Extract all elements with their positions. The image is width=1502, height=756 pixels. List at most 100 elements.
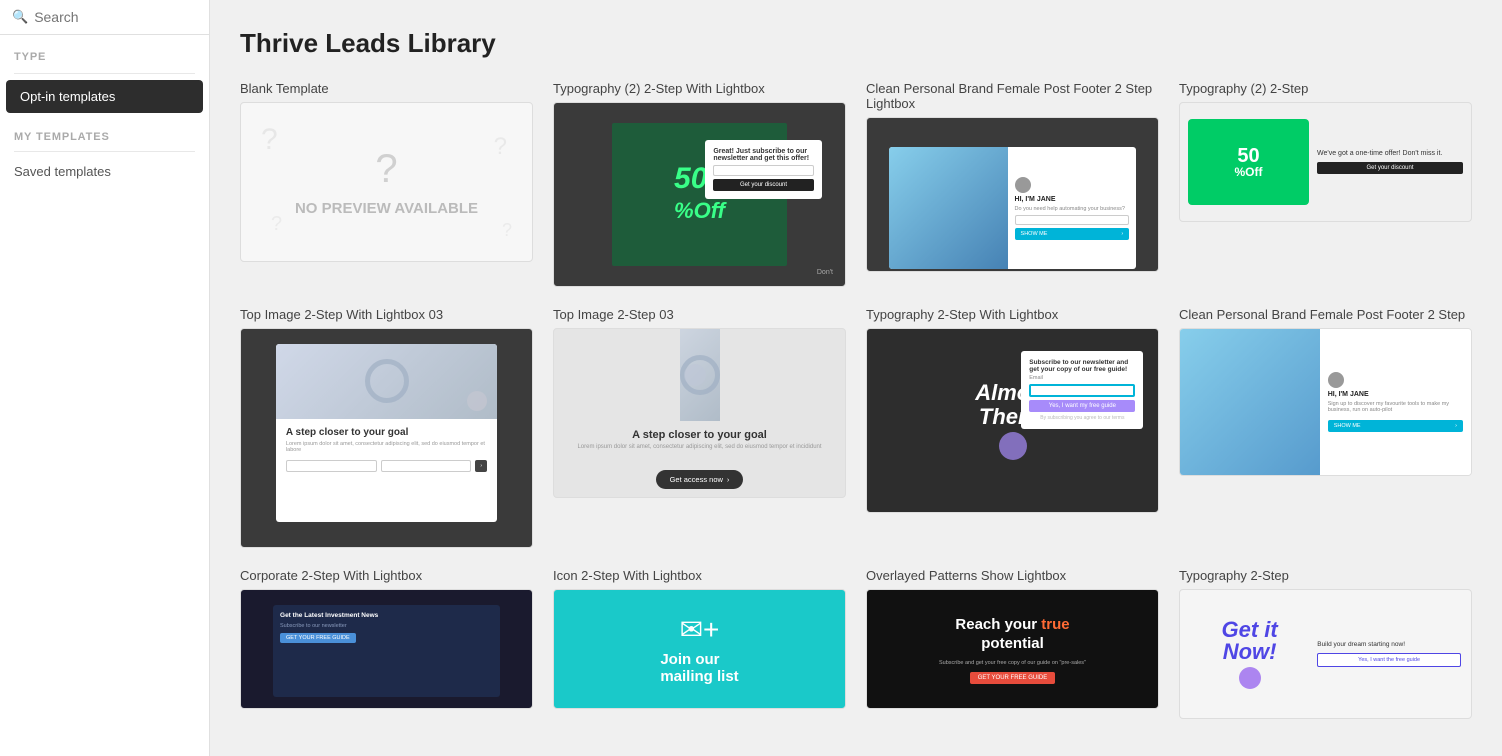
clean-brand-show-btn: SHOW ME ›	[1015, 228, 1130, 240]
template-label-typo2-lightbox: Typography (2) 2-Step With Lightbox	[553, 81, 846, 96]
top-img-03-sub: Lorem ipsum dolor sit amet, consectetur …	[577, 444, 821, 450]
template-label-icon-lightbox: Icon 2-Step With Lightbox	[553, 568, 846, 583]
clean-brand2-content: HI, I'M JANE Sign up to discover my favo…	[1320, 329, 1471, 475]
top-image-dot	[467, 391, 487, 411]
template-preview-top-image-lightbox: A step closer to your goal Lorem ipsum d…	[240, 328, 533, 548]
clean-brand2-sub: Sign up to discover my favourite tools t…	[1328, 401, 1463, 413]
template-card-blank[interactable]: Blank Template ? NO PREVIEW AVAILABLE ? …	[240, 81, 533, 287]
template-card-corp[interactable]: Corporate 2-Step With Lightbox Get the L…	[240, 568, 533, 719]
typo2-step-right-content: Build your dream starting now! Yes, I wa…	[1309, 641, 1461, 667]
template-preview-typo2-lightbox: 50%Off Great! Just subscribe to our news…	[553, 102, 846, 287]
corp-inner: Get the Latest Investment News Subscribe…	[273, 605, 500, 697]
main-content: Thrive Leads Library Blank Template ? NO…	[210, 0, 1502, 756]
clean-brand-inner: HI, I'M JANE Do you need help automating…	[889, 147, 1136, 269]
template-preview-top-image-03: A step closer to your goal Lorem ipsum d…	[553, 328, 846, 498]
template-card-clean-brand2[interactable]: Clean Personal Brand Female Post Footer …	[1179, 307, 1472, 548]
top-img-03-dot	[684, 364, 706, 386]
top-image-photo	[276, 344, 497, 419]
template-label-corp: Corporate 2-Step With Lightbox	[240, 568, 533, 583]
template-label-blank: Blank Template	[240, 81, 533, 96]
template-label-top-image-03: Top Image 2-Step 03	[553, 307, 846, 322]
sidebar-divider-2	[14, 151, 195, 152]
typo2-small-pct: %Off	[1235, 166, 1263, 178]
typo2-step-copy: Build your dream starting now!	[1317, 641, 1461, 648]
template-label-clean-brand: Clean Personal Brand Female Post Footer …	[866, 81, 1159, 111]
typo2-dark-form-sub: Email	[1029, 375, 1135, 381]
top-image-submit-btn: ›	[475, 460, 487, 472]
sidebar-item-saved-templates[interactable]: Saved templates	[0, 156, 209, 187]
typo2-small-btn: Get your discount	[1317, 162, 1463, 174]
blank-question-mark-2: ?	[261, 123, 278, 157]
icon-title: Join ourmailing list	[660, 651, 738, 685]
top-img-03-photo	[680, 329, 720, 421]
top-img-03-body: A step closer to your goal Lorem ipsum d…	[569, 421, 829, 497]
typo2-small-green-box: 50 %Off	[1188, 119, 1309, 206]
corp-btn: GET YOUR FREE GUIDE	[280, 633, 356, 643]
template-label-overlay-patterns: Overlayed Patterns Show Lightbox	[866, 568, 1159, 583]
clean-brand2-bg	[1180, 329, 1331, 475]
clean-brand2-show-btn: SHOW ME ›	[1328, 420, 1463, 432]
typo2-step-script-wrap: Get itNow!	[1190, 605, 1309, 702]
top-image-body: A step closer to your goal Lorem ipsum d…	[276, 419, 497, 523]
search-bar[interactable]: 🔍 ×	[0, 0, 209, 35]
overlay-get-btn: GET YOUR FREE GUIDE	[970, 672, 1055, 684]
typo-form-title: Great! Just subscribe to our newsletter …	[713, 148, 813, 162]
no-preview-text: NO PREVIEW AVAILABLE	[295, 200, 478, 217]
corp-body: Subscribe to our newsletter	[280, 623, 493, 629]
clean-brand2-avatar	[1328, 372, 1344, 388]
template-preview-overlay-patterns: Reach your truepotential Subscribe and g…	[866, 589, 1159, 709]
template-preview-clean-brand2: HI, I'M JANE Sign up to discover my favo…	[1179, 328, 1472, 476]
typo2-dark-circle	[999, 432, 1027, 460]
template-card-icon-lightbox[interactable]: Icon 2-Step With Lightbox ✉+ Join ourmai…	[553, 568, 846, 719]
top-image-lightbox-inner: A step closer to your goal Lorem ipsum d…	[276, 344, 497, 523]
template-card-typo2-lightbox[interactable]: Typography (2) 2-Step With Lightbox 50%O…	[553, 81, 846, 287]
clean-brand-photo	[889, 147, 1008, 269]
typo2-step-get-it: Get itNow!	[1222, 619, 1278, 663]
corp-title: Get the Latest Investment News	[280, 612, 493, 619]
blank-question-mark-4: ?	[271, 213, 282, 236]
clean-brand-hi: HI, I'M JANE	[1015, 196, 1130, 203]
clean-brand-input	[1015, 215, 1130, 225]
search-input[interactable]	[34, 9, 215, 25]
sidebar-divider	[14, 73, 195, 74]
template-preview-corp: Get the Latest Investment News Subscribe…	[240, 589, 533, 709]
typo2-dark-disclaimer: By subscribing you agree to our terms	[1029, 415, 1135, 421]
template-preview-typo2-dark: AlmostThere! Subscribe to our newsletter…	[866, 328, 1159, 513]
clean-brand2-hi: HI, I'M JANE	[1328, 391, 1463, 398]
type-section-label: TYPE	[0, 35, 209, 69]
top-img-03-title: A step closer to your goal	[577, 429, 821, 441]
sidebar: 🔍 × TYPE Opt-in templates MY TEMPLATES S…	[0, 0, 210, 756]
template-label-clean-brand2: Clean Personal Brand Female Post Footer …	[1179, 307, 1472, 322]
overlay-sub-text: Subscribe and get your free copy of our …	[939, 660, 1086, 666]
template-card-typo2-dark[interactable]: Typography 2-Step With Lightbox AlmostTh…	[866, 307, 1159, 548]
typo2-dark-form-title: Subscribe to our newsletter and get your…	[1029, 359, 1135, 373]
template-card-clean-brand[interactable]: Clean Personal Brand Female Post Footer …	[866, 81, 1159, 287]
typo-dont: Don't	[817, 269, 833, 276]
template-preview-typo2-step-right: Get itNow! Build your dream starting now…	[1179, 589, 1472, 719]
typo2-small-fifty: 50	[1237, 146, 1259, 166]
template-card-top-image-03[interactable]: Top Image 2-Step 03 A step closer to you…	[553, 307, 846, 548]
sidebar-item-optin[interactable]: Opt-in templates	[6, 80, 203, 113]
typo-form-overlay: Great! Just subscribe to our newsletter …	[705, 140, 821, 199]
template-card-overlay-patterns[interactable]: Overlayed Patterns Show Lightbox Reach y…	[866, 568, 1159, 719]
typo-get-discount-btn: Get your discount	[713, 179, 813, 191]
typo2-dark-form: Subscribe to our newsletter and get your…	[1021, 351, 1143, 429]
top-image-email-field	[381, 460, 472, 472]
typo2-step-dot	[1239, 667, 1261, 689]
blank-question-mark-3: ?	[494, 133, 507, 161]
typo2-small-right: We've got a one-time offer! Don't miss i…	[1309, 150, 1463, 174]
clean-brand-avatar	[1015, 177, 1031, 193]
template-card-typo2-step-right[interactable]: Typography 2-Step Get itNow! Build your …	[1179, 568, 1472, 719]
template-card-typo2-small[interactable]: Typography (2) 2-Step 50 %Off We've got …	[1179, 81, 1472, 287]
typo2-dark-email-field	[1029, 384, 1135, 397]
icon-mail: ✉+	[680, 613, 720, 646]
template-label-typo2-dark: Typography 2-Step With Lightbox	[866, 307, 1159, 322]
template-preview-typo2-small: 50 %Off We've got a one-time offer! Don'…	[1179, 102, 1472, 222]
blank-question-mark: ?	[375, 147, 397, 192]
my-templates-label: MY TEMPLATES	[0, 115, 209, 147]
template-card-top-image-lightbox[interactable]: Top Image 2-Step With Lightbox 03 A step…	[240, 307, 533, 548]
clean-brand-sub: Do you need help automating your busines…	[1015, 206, 1130, 212]
template-label-typo2-small: Typography (2) 2-Step	[1179, 81, 1472, 96]
top-img-03-text: A step closer to your goal Lorem ipsum d…	[577, 429, 821, 453]
typo-email-field	[713, 165, 813, 176]
